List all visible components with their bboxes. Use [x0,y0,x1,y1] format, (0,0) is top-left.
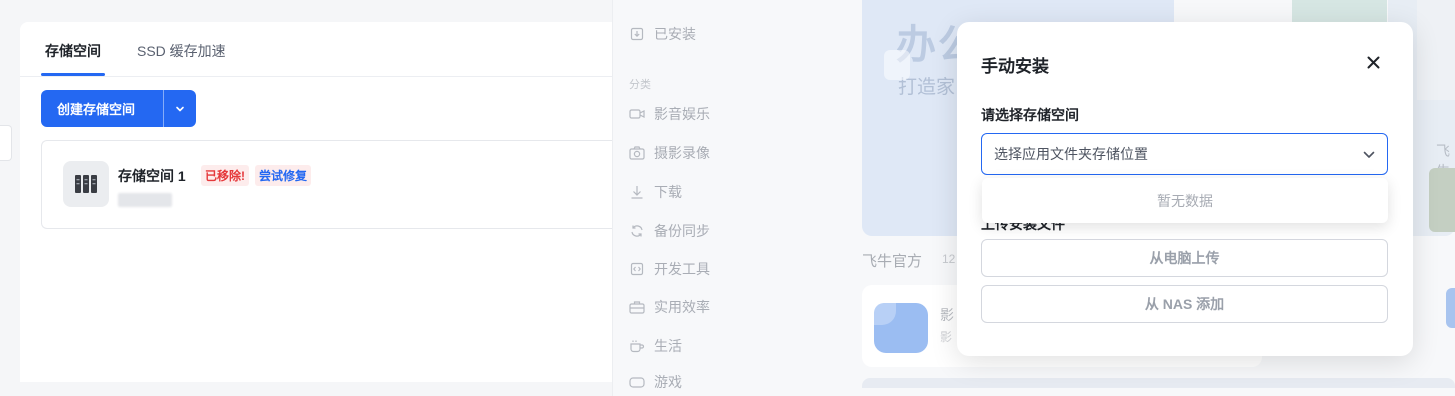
sidebar-item-life[interactable]: 生活 [629,336,682,356]
sidebar-item-photo[interactable]: 摄影录像 [629,143,710,163]
app-icon-partial [1446,288,1455,328]
coffee-cup-icon [629,338,645,354]
gamepad-icon [629,374,645,390]
tab-ssd-cache[interactable]: SSD 缓存加速 [137,41,226,61]
sidebar-item-label: 摄影录像 [654,145,710,161]
download-box-icon [629,26,645,42]
media-app-icon [874,303,928,353]
sidebar-item-label: 实用效率 [654,299,710,315]
close-icon[interactable] [1362,51,1384,73]
sidebar-item-games[interactable]: 游戏 [629,372,682,392]
section-count: 12 [942,252,956,266]
storage-location-select[interactable]: 选择应用文件夹存储位置 [981,133,1388,175]
storage-pool-card[interactable]: 存储空间 1 已移除! 尝试修复 [41,140,612,229]
category-heading: 分类 [629,79,651,91]
download-icon [629,184,645,200]
sidebar-item-label: 开发工具 [654,261,710,277]
storage-tabs: 存储空间 SSD 缓存加速 [20,22,612,77]
sidebar-item-backup[interactable]: 备份同步 [629,221,710,241]
next-row-strip [862,378,1455,388]
chevron-down-icon[interactable] [164,90,196,127]
storage-pool-icon [63,161,109,207]
create-storage-button[interactable]: 创建存储空间 [41,90,196,127]
upload-from-pc-button[interactable]: 从电脑上传 [981,239,1388,277]
add-from-nas-button[interactable]: 从 NAS 添加 [981,285,1388,323]
banner-prev-button[interactable] [884,50,910,80]
removed-status-badge: 已移除! [201,165,249,186]
side-banner-photo [1429,168,1455,232]
code-icon [629,261,645,277]
mini-preview [1417,0,1455,100]
select-dropdown-menu: 暂无数据 [982,178,1388,223]
dialog-title: 手动安装 [981,57,1049,76]
tab-storage-space[interactable]: 存储空间 [41,41,105,76]
video-icon [629,106,645,122]
sidebar-item-label: 生活 [654,338,682,354]
sidebar-item-label: 下载 [654,184,682,200]
storage-panel: 存储空间 SSD 缓存加速 创建存储空间 存储空间 1 已移除! 尝试修复 [20,22,612,382]
sidebar-item-label: 影音娱乐 [654,106,710,122]
category-sidebar: 已安装 分类 影音娱乐 摄影录像 下载 备份同步 开发工具 实用效率 生活 游戏 [612,0,842,396]
sync-icon [629,223,645,239]
sidebar-item-label: 备份同步 [654,223,710,239]
empty-data-text: 暂无数据 [1157,192,1213,209]
storage-space-label: 请选择存储空间 [981,107,1079,123]
select-placeholder: 选择应用文件夹存储位置 [994,146,1148,162]
chevron-down-icon [1363,146,1375,162]
briefcase-icon [629,299,645,315]
app-icon-corner [874,303,896,325]
sidebar-item-utility[interactable]: 实用效率 [629,297,710,317]
camera-icon [629,145,645,161]
sidebar-item-media[interactable]: 影音娱乐 [629,104,710,124]
storage-pool-name: 存储空间 1 [118,168,186,184]
sidebar-item-installed[interactable]: 已安装 [629,24,696,44]
try-repair-link[interactable]: 尝试修复 [255,165,312,186]
sidebar-item-dev[interactable]: 开发工具 [629,259,710,279]
sidebar-item-label: 已安装 [654,26,696,42]
sidebar-item-label: 游戏 [654,374,682,390]
app-name: 影 [940,307,954,323]
app-subtitle: 影 [940,330,953,344]
collapsed-side-tab[interactable] [0,125,12,161]
create-storage-label: 创建存储空间 [57,102,136,117]
sidebar-item-download[interactable]: 下载 [629,182,682,202]
section-title-official: 飞牛官方 [862,253,923,270]
blurred-detail [118,193,172,207]
